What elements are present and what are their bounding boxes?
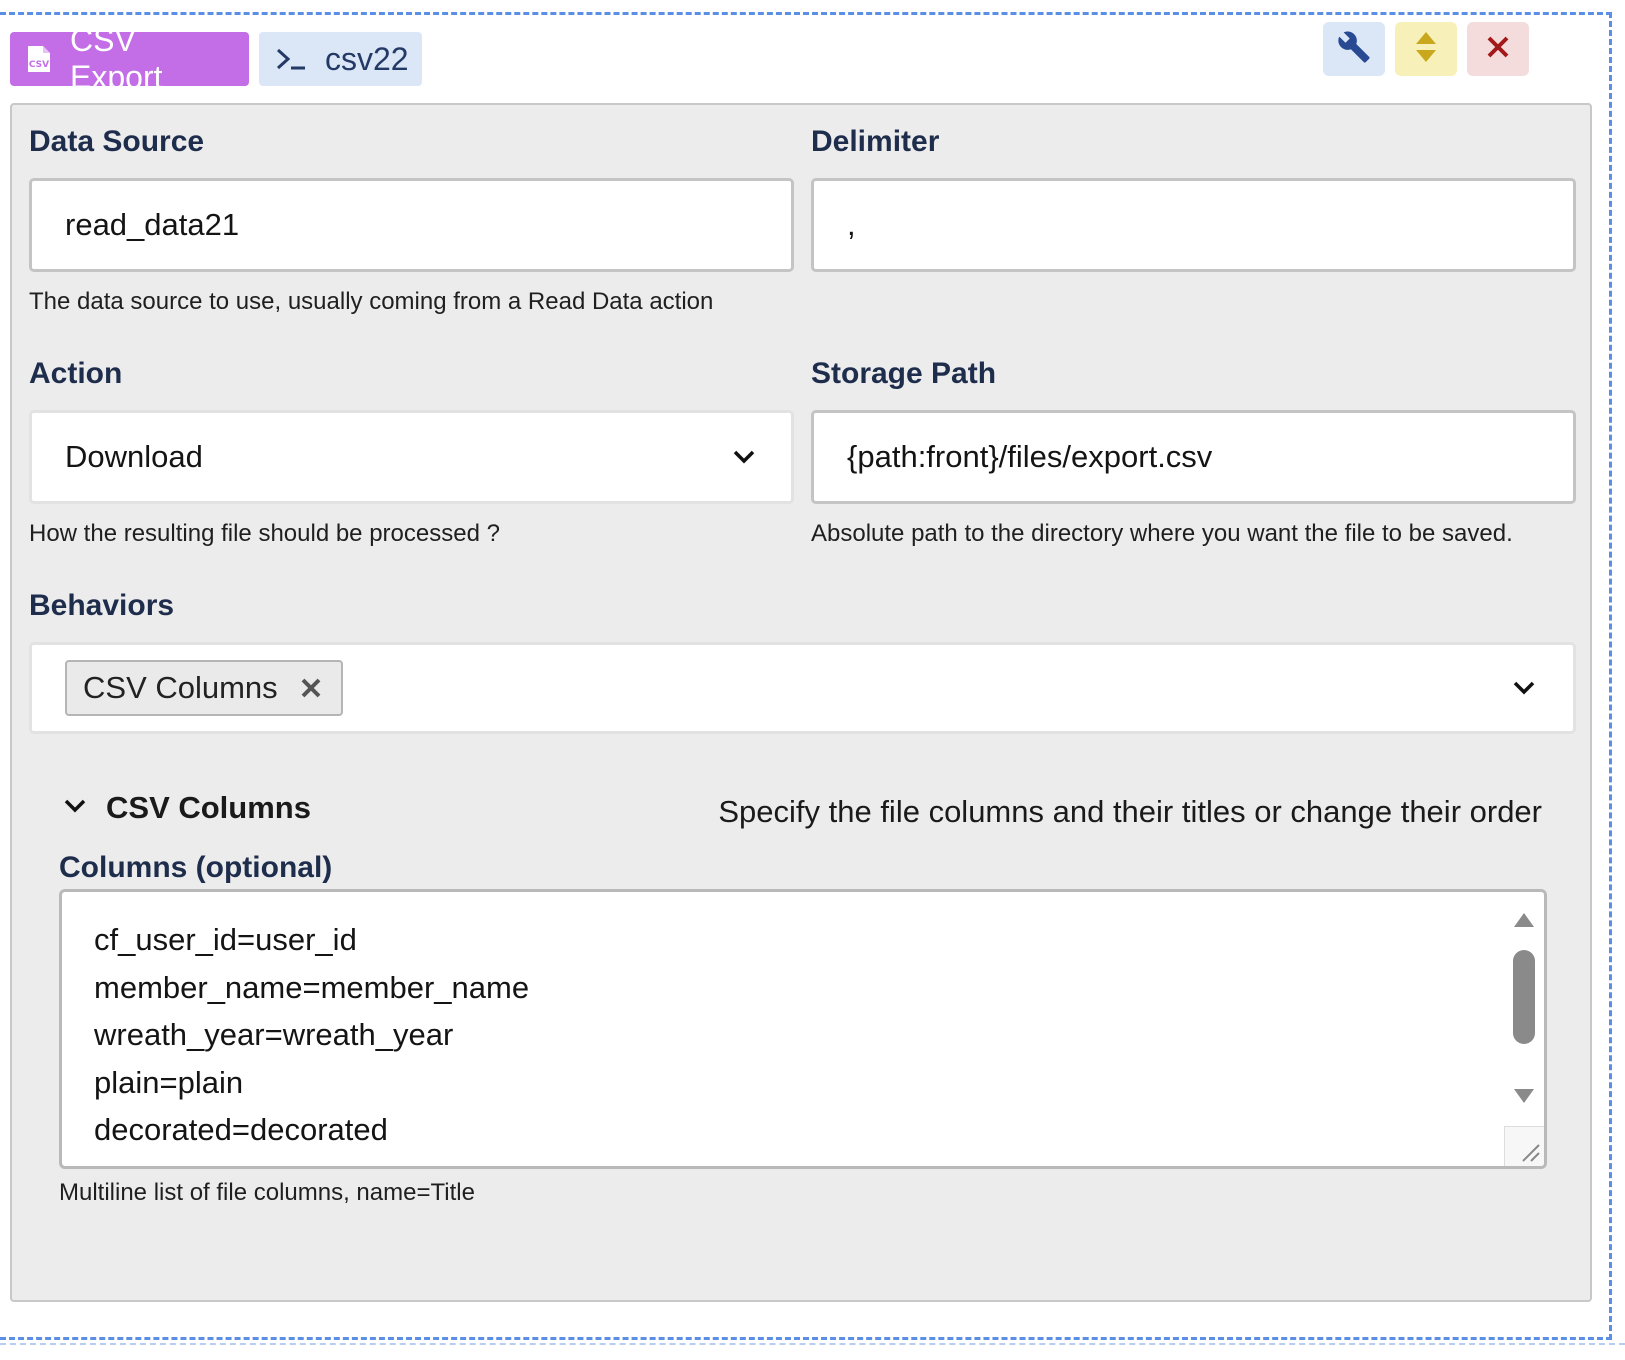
chevron-down-icon: [733, 450, 755, 464]
textarea-scrollbar[interactable]: [1504, 892, 1544, 1166]
action-type-label: CSV Export: [70, 22, 163, 95]
scrollbar-thumb[interactable]: [1513, 950, 1535, 1044]
behaviors-label: Behaviors: [29, 589, 175, 622]
behaviors-multiselect[interactable]: CSV Columns: [29, 642, 1576, 734]
storage-path-label: Storage Path: [811, 357, 997, 390]
delimiter-label: Delimiter: [811, 125, 940, 158]
column-line: cf_user_id=user_id: [94, 922, 357, 957]
behavior-tag: CSV Columns: [65, 660, 343, 716]
columns-label: Columns (optional): [59, 851, 333, 884]
column-line: wreath_year=wreath_year: [94, 1017, 454, 1052]
move-button[interactable]: [1395, 22, 1457, 76]
csv-columns-description: Specify the file columns and their title…: [718, 794, 1542, 829]
data-source-help: The data source to use, usually coming f…: [29, 288, 714, 315]
csv-columns-title: CSV Columns: [106, 790, 311, 825]
data-source-label: Data Source: [29, 125, 205, 158]
data-source-value: read_data21: [65, 207, 240, 242]
resize-handle-icon[interactable]: [1504, 1126, 1544, 1166]
close-button[interactable]: [1467, 22, 1529, 76]
action-type-badge: CSV CSV Export: [10, 22, 249, 95]
action-instance-name: csv22: [325, 40, 409, 77]
columns-lines: cf_user_id=user_id member_name=member_na…: [94, 916, 530, 1167]
svg-text:CSV: CSV: [29, 60, 49, 70]
delimiter-input[interactable]: ,: [811, 178, 1576, 272]
sort-arrows-icon: [1414, 30, 1438, 69]
action-settings-panel: Data Source read_data21 The data source …: [10, 103, 1592, 1302]
chevron-down-icon: [1513, 681, 1535, 695]
storage-path-input[interactable]: {path:front}/files/export.csv: [811, 410, 1576, 504]
column-line: total=total: [94, 1154, 529, 1167]
storage-path-help: Absolute path to the directory where you…: [811, 520, 1513, 547]
card-toolbar: [1323, 22, 1529, 76]
remove-tag-icon[interactable]: [300, 677, 322, 699]
scroll-down-arrow-icon[interactable]: [1513, 1088, 1535, 1109]
chevron-down-icon: [64, 799, 86, 818]
column-line: plain=plain: [94, 1064, 244, 1100]
delimiter-value: ,: [847, 207, 856, 242]
terminal-prompt-icon: [275, 47, 307, 71]
settings-button[interactable]: [1323, 22, 1385, 76]
scroll-up-arrow-icon[interactable]: [1513, 912, 1535, 933]
action-instance-badge[interactable]: csv22: [259, 32, 422, 86]
action-label: Action: [29, 357, 123, 390]
action-select[interactable]: Download: [29, 410, 794, 504]
column-line: decorated=decorated: [94, 1112, 388, 1147]
action-header: CSV CSV Export csv22: [10, 22, 422, 95]
csv-columns-toggle[interactable]: CSV Columns: [64, 790, 311, 826]
close-icon: [1486, 35, 1510, 64]
wrench-icon: [1337, 30, 1371, 69]
drop-zone-strip: [0, 1343, 1625, 1360]
columns-help: Multiline list of file columns, name=Tit…: [59, 1179, 475, 1206]
data-source-input[interactable]: read_data21: [29, 178, 794, 272]
behavior-tag-label: CSV Columns: [83, 670, 278, 705]
csv-file-icon: CSV: [26, 44, 52, 74]
action-selected-value: Download: [65, 439, 203, 474]
columns-textarea[interactable]: cf_user_id=user_id member_name=member_na…: [59, 889, 1547, 1169]
column-line: member_name=member_name: [94, 969, 530, 1005]
action-help: How the resulting file should be process…: [29, 520, 500, 547]
storage-path-value: {path:front}/files/export.csv: [847, 439, 1213, 474]
